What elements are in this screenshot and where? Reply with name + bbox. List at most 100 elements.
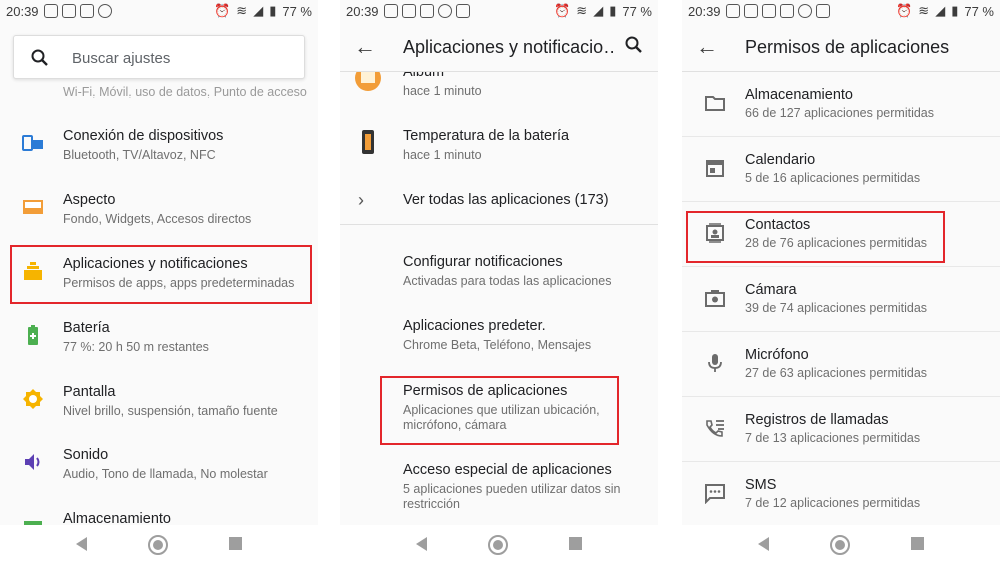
- item-subtitle: hace 1 minuto: [403, 84, 482, 98]
- status-bar: 20:39 ⏰ ≋ ◢ ▮ 77 %: [0, 0, 318, 24]
- wifi-icon: ≋: [236, 3, 248, 18]
- chevron-right-icon: ›: [358, 190, 364, 210]
- alarm-icon: ⏰: [554, 3, 571, 18]
- navigation-bar: [0, 525, 318, 567]
- status-time: 20:39: [346, 4, 379, 19]
- item-subtitle: 5 de 16 aplicaciones permitidas: [745, 171, 921, 185]
- item-subtitle: 77 %: 20 h 50 m restantes: [63, 340, 209, 354]
- calendar-icon: [706, 160, 724, 177]
- nav-recents-button[interactable]: [569, 537, 582, 550]
- item-subtitle: Nivel brillo, suspensión, tamaño fuente: [63, 404, 278, 418]
- alarm-icon: ⏰: [214, 3, 231, 18]
- search-settings-bar[interactable]: Buscar ajustes: [13, 35, 305, 79]
- battery-percent: 77 %: [964, 3, 994, 19]
- highlight-box: [10, 245, 312, 304]
- notification-icons: [384, 4, 470, 18]
- app-permissions-screen: 20:39 ⏰ ≋ ◢ ▮ 77 % ← Permisos de aplicac…: [682, 0, 1000, 567]
- item-title: Aplicaciones predeter.: [403, 318, 546, 334]
- battery-percent: 77 %: [622, 3, 652, 19]
- search-placeholder: Buscar ajustes: [72, 50, 171, 67]
- nav-home-button[interactable]: [148, 535, 168, 555]
- apps-notifications-screen: 20:39 ⏰ ≋ ◢ ▮ 77 % ← Aplicaciones y noti…: [340, 0, 658, 567]
- signal-icon: ◢: [253, 3, 264, 18]
- back-arrow-icon[interactable]: ←: [696, 34, 718, 60]
- microphone-icon: [708, 354, 722, 372]
- permission-call-logs[interactable]: Registros de llamadas 7 de 13 aplicacion…: [682, 397, 1000, 462]
- signal-icon: ◢: [935, 3, 946, 18]
- nav-back-button[interactable]: [76, 537, 87, 551]
- permission-sms[interactable]: SMS 7 de 12 aplicaciones permitidas: [682, 462, 1000, 527]
- item-subtitle: 27 de 63 aplicaciones permitidas: [745, 366, 928, 380]
- settings-screen: 20:39 ⏰ ≋ ◢ ▮ 77 % Buscar ajustes Wi-Fi,…: [0, 0, 318, 567]
- item-subtitle: 7 de 12 aplicaciones permitidas: [745, 496, 921, 510]
- permission-storage[interactable]: Almacenamiento 66 de 127 aplicaciones pe…: [682, 72, 1000, 137]
- permission-calendar[interactable]: Calendario 5 de 16 aplicaciones permitid…: [682, 137, 1000, 202]
- app-bar-overlay: ← Aplicaciones y notificacio…: [340, 26, 658, 72]
- item-title: Sonido: [63, 447, 109, 463]
- thermometer-icon: [362, 130, 374, 154]
- page-title: Aplicaciones y notificacio…: [403, 37, 613, 57]
- alarm-icon: ⏰: [896, 3, 913, 18]
- nav-home-button[interactable]: [830, 535, 850, 555]
- item-title: Almacenamiento: [745, 87, 853, 103]
- wifi-icon: ≋: [576, 3, 588, 18]
- nav-back-button[interactable]: [758, 537, 769, 551]
- navigation-bar: [682, 525, 1000, 567]
- item-title: Temperatura de la batería: [403, 128, 570, 144]
- item-subtitle: hace 1 minuto: [403, 148, 482, 162]
- item-subtitle: Chrome Beta, Teléfono, Mensajes: [403, 338, 592, 352]
- item-title: Acceso especial de aplicaciones: [403, 462, 612, 478]
- item-title: Aspecto: [63, 192, 116, 208]
- nav-back-button[interactable]: [416, 537, 427, 551]
- item-title: Conexión de dispositivos: [63, 128, 224, 144]
- item-title: Batería: [63, 320, 110, 336]
- item-subtitle: 66 de 127 aplicaciones permitidas: [745, 106, 935, 120]
- item-title: SMS: [745, 477, 777, 493]
- battery-status-icon: ▮: [951, 3, 959, 18]
- nav-home-button[interactable]: [488, 535, 508, 555]
- item-subtitle: Audio, Tono de llamada, No molestar: [63, 467, 268, 481]
- wifi-icon: ≋: [918, 3, 930, 18]
- page-title: Permisos de aplicaciones: [745, 37, 950, 57]
- battery-icon: [28, 325, 38, 345]
- status-bar: 20:39 ⏰ ≋ ◢ ▮ 77 %: [682, 0, 1000, 24]
- item-title: Configurar notificaciones: [403, 254, 563, 270]
- item-subtitle: Bluetooth, TV/Altavoz, NFC: [63, 148, 216, 162]
- item-subtitle: 39 de 74 aplicaciones permitidas: [745, 301, 928, 315]
- camera-icon: [705, 290, 725, 307]
- search-icon[interactable]: [624, 35, 644, 55]
- item-subtitle: 5 aplicaciones pueden utilizar datos sin…: [403, 482, 621, 511]
- wallpaper-icon: [23, 200, 43, 214]
- item-subtitle: 7 de 13 aplicaciones permitidas: [745, 431, 921, 445]
- folder-icon: [705, 96, 725, 111]
- sms-icon: [705, 484, 725, 504]
- status-time: 20:39: [688, 4, 721, 19]
- permission-camera[interactable]: Cámara 39 de 74 aplicaciones permitidas: [682, 267, 1000, 332]
- item-title: Calendario: [745, 152, 816, 168]
- status-bar: 20:39 ⏰ ≋ ◢ ▮ 77 %: [340, 0, 658, 24]
- item-title: Micrófono: [745, 347, 809, 363]
- item-title: Registros de llamadas: [745, 412, 889, 428]
- highlight-box: [686, 211, 945, 263]
- back-arrow-icon[interactable]: ←: [354, 34, 376, 60]
- signal-icon: ◢: [593, 3, 604, 18]
- item-title: Cámara: [745, 282, 797, 298]
- notification-icons: [44, 4, 112, 18]
- battery-status-icon: ▮: [609, 3, 617, 18]
- battery-status-icon: ▮: [269, 3, 277, 18]
- item-title: Ver todas las aplicaciones (173): [403, 192, 609, 208]
- permission-microphone[interactable]: Micrófono 27 de 63 aplicaciones permitid…: [682, 332, 1000, 397]
- navigation-bar: [340, 525, 658, 567]
- nav-recents-button[interactable]: [911, 537, 924, 550]
- item-title: Pantalla: [63, 384, 116, 400]
- volume-icon: [25, 454, 40, 470]
- item-subtitle: Activadas para todas las aplicaciones: [403, 274, 612, 288]
- call-log-icon: [706, 420, 724, 437]
- battery-percent: 77 %: [282, 3, 312, 19]
- status-time: 20:39: [6, 4, 39, 19]
- nav-recents-button[interactable]: [229, 537, 242, 550]
- highlight-box: [380, 376, 619, 445]
- devices-icon: [22, 135, 43, 151]
- app-bar: ← Permisos de aplicaciones: [682, 26, 1000, 72]
- notification-icons: [726, 4, 830, 18]
